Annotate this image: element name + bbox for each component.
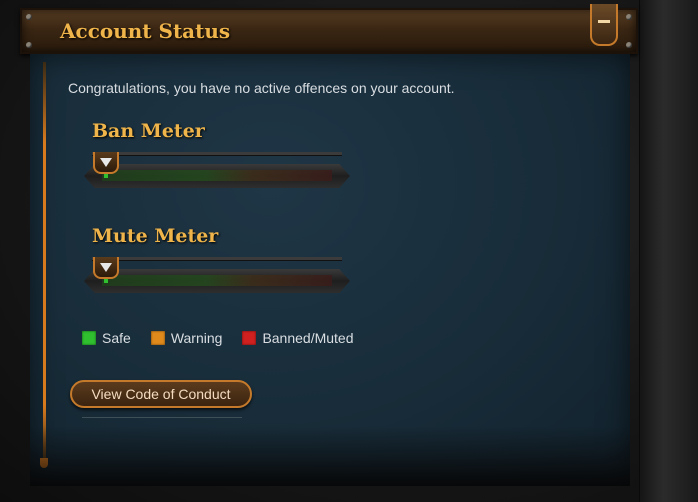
- button-underline: [82, 417, 242, 418]
- collapse-button[interactable]: [590, 4, 618, 46]
- legend-item-warning: Warning: [150, 330, 223, 346]
- status-message: Congratulations, you have no active offe…: [68, 80, 455, 96]
- rivet-icon: [626, 42, 632, 48]
- ban-meter-title: Ban Meter: [92, 120, 205, 142]
- rivet-icon: [26, 42, 32, 48]
- meter-track: [92, 257, 342, 261]
- mute-meter-title: Mute Meter: [92, 225, 219, 247]
- legend-item-safe: Safe: [82, 330, 131, 346]
- mute-meter: [84, 257, 350, 303]
- account-status-panel: Congratulations, you have no active offe…: [30, 54, 630, 486]
- rough-edge-decoration: [30, 426, 630, 486]
- legend-item-banned: Banned/Muted: [242, 330, 354, 346]
- view-code-of-conduct-button[interactable]: View Code of Conduct: [70, 380, 252, 408]
- minus-icon: [598, 20, 610, 23]
- legend-label: Warning: [170, 330, 223, 346]
- account-status-header: Account Status: [20, 4, 638, 54]
- triangle-down-icon: [100, 158, 112, 167]
- rivet-icon: [626, 14, 632, 20]
- indicator-dot: [104, 279, 108, 283]
- meter-legend: Safe Warning Banned/Muted: [82, 330, 374, 346]
- banned-swatch: [242, 331, 257, 345]
- triangle-down-icon: [100, 263, 112, 272]
- ban-meter: [84, 152, 350, 198]
- meter-gradient: [102, 275, 332, 286]
- indicator-dot: [104, 174, 108, 178]
- rivet-icon: [26, 14, 32, 20]
- legend-label: Banned/Muted: [262, 330, 354, 346]
- legend-label: Safe: [102, 330, 131, 346]
- stone-border-decoration: [639, 0, 698, 502]
- page-title: Account Status: [60, 19, 231, 43]
- meter-track: [92, 152, 342, 156]
- decorative-divider: [43, 62, 46, 466]
- safe-swatch: [82, 331, 96, 345]
- warning-swatch: [150, 331, 165, 345]
- meter-gradient: [102, 170, 332, 181]
